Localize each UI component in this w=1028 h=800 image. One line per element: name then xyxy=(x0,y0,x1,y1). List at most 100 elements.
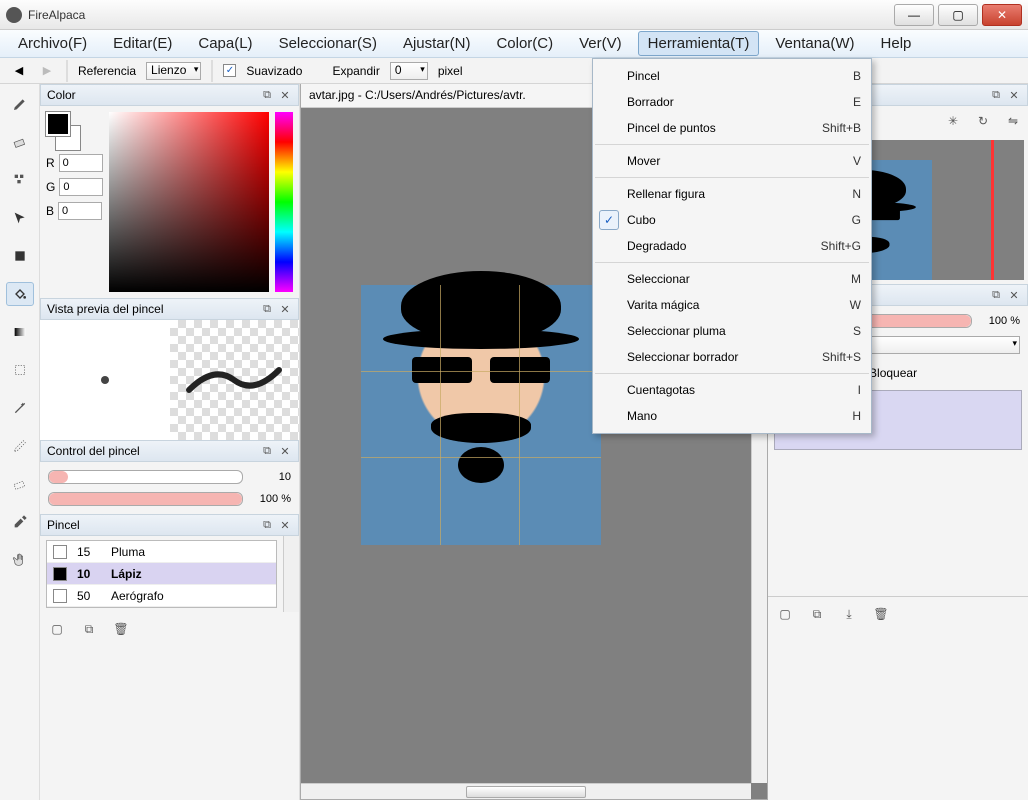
fgbg-swatch[interactable] xyxy=(46,112,80,150)
smoothing-checkbox[interactable]: ✓ xyxy=(223,64,236,77)
expand-select[interactable]: 0 xyxy=(390,62,428,80)
menu-editar[interactable]: Editar(E) xyxy=(103,31,182,56)
brushpreview-panel-header[interactable]: Vista previa del pincel ⧉ ✕ xyxy=(40,298,299,320)
options-toolbar: ◀ ▶ Referencia Lienzo ✓ Suavizado Expand… xyxy=(0,58,1028,84)
reference-label: Referencia xyxy=(78,64,136,78)
brush-tool-icon[interactable] xyxy=(6,92,34,116)
close-icon[interactable]: ✕ xyxy=(278,518,292,532)
menu-herramienta[interactable]: Herramienta(T) xyxy=(638,31,760,56)
menuitem-seleccionar-pluma[interactable]: Seleccionar plumaS xyxy=(593,318,871,344)
canvas-image xyxy=(361,285,601,545)
new-brush-icon[interactable]: ▢ xyxy=(46,618,68,640)
opacity-value: 100 % xyxy=(249,493,291,505)
g-input[interactable] xyxy=(59,178,103,196)
menuitem-cuentagotas[interactable]: CuentagotasI xyxy=(593,377,871,403)
menu-ver[interactable]: Ver(V) xyxy=(569,31,632,56)
brushpreview-title: Vista previa del pincel xyxy=(47,302,164,316)
brush-stroke-icon xyxy=(184,360,284,400)
undock-icon[interactable]: ⧉ xyxy=(260,444,274,458)
brush-row[interactable]: 15Pluma xyxy=(47,541,276,563)
undock-icon[interactable]: ⧉ xyxy=(260,518,274,532)
size-slider[interactable] xyxy=(48,470,243,484)
menuitem-pincel[interactable]: PincelB xyxy=(593,63,871,89)
redo-icon[interactable]: ↻ xyxy=(972,110,994,132)
brushcontrol-panel-header[interactable]: Control del pincel ⧉✕ xyxy=(40,440,299,462)
smoothing-label: Suavizado xyxy=(246,64,302,78)
titlebar: FireAlpaca — ▢ ✕ xyxy=(0,0,1028,30)
color-panel-header[interactable]: Color ⧉ ✕ xyxy=(40,84,299,106)
close-icon[interactable]: ✕ xyxy=(1007,288,1021,302)
next-icon[interactable]: ▶ xyxy=(38,62,56,80)
brush-row[interactable]: 10Lápiz xyxy=(47,563,276,585)
dup-layer-icon[interactable]: ⧉ xyxy=(806,603,828,625)
undock-icon[interactable]: ⧉ xyxy=(989,288,1003,302)
menuitem-seleccionar-borrador[interactable]: Seleccionar borradorShift+S xyxy=(593,344,871,370)
menuitem-varita-mágica[interactable]: Varita mágicaW xyxy=(593,292,871,318)
reference-select[interactable]: Lienzo xyxy=(146,62,201,80)
b-input[interactable] xyxy=(58,202,102,220)
dup-brush-icon[interactable]: ⧉ xyxy=(78,618,100,640)
wand-tool-icon[interactable] xyxy=(6,396,34,420)
menuitem-degradado[interactable]: DegradadoShift+G xyxy=(593,233,871,259)
menuitem-mano[interactable]: ManoH xyxy=(593,403,871,429)
delete-layer-icon[interactable]: 🗑 xyxy=(870,603,892,625)
expand-label: Expandir xyxy=(332,64,379,78)
menuitem-rellenar-figura[interactable]: Rellenar figuraN xyxy=(593,181,871,207)
close-button[interactable]: ✕ xyxy=(982,4,1022,26)
hue-slider[interactable] xyxy=(275,112,293,292)
menuitem-borrador[interactable]: BorradorE xyxy=(593,89,871,115)
brush-list[interactable]: 15Pluma10Lápiz50Aerógrafo xyxy=(46,540,277,608)
spinner-icon[interactable]: ✳ xyxy=(942,110,964,132)
new-layer-icon[interactable]: ▢ xyxy=(774,603,796,625)
opacity-slider[interactable] xyxy=(48,492,243,506)
bucket-tool-icon[interactable] xyxy=(6,282,34,306)
menuitem-pincel-de-puntos[interactable]: Pincel de puntosShift+B xyxy=(593,115,871,141)
r-input[interactable] xyxy=(59,154,103,172)
herramienta-dropdown: PincelBBorradorEPincel de puntosShift+B M… xyxy=(592,58,872,434)
minimize-button[interactable]: — xyxy=(894,4,934,26)
brushlist-title: Pincel xyxy=(47,518,80,532)
fillshape-tool-icon[interactable] xyxy=(6,244,34,268)
selecterase-tool-icon[interactable] xyxy=(6,472,34,496)
canvas-hscroll[interactable] xyxy=(301,783,751,799)
undock-icon[interactable]: ⧉ xyxy=(260,302,274,316)
move-tool-icon[interactable] xyxy=(6,206,34,230)
brush-row[interactable]: 50Aerógrafo xyxy=(47,585,276,607)
hand-tool-icon[interactable] xyxy=(6,548,34,572)
flip-icon[interactable]: ⇋ xyxy=(1002,110,1024,132)
close-icon[interactable]: ✕ xyxy=(278,302,292,316)
left-panels: Color ⧉ ✕ R G B Vista previa del pincel … xyxy=(40,84,300,800)
menu-help[interactable]: Help xyxy=(871,31,922,56)
brush-dot-icon xyxy=(101,376,109,384)
close-icon[interactable]: ✕ xyxy=(278,444,292,458)
menu-capa[interactable]: Capa(L) xyxy=(188,31,262,56)
select-tool-icon[interactable] xyxy=(6,358,34,382)
color-panel-title: Color xyxy=(47,88,76,102)
brushlist-panel-header[interactable]: Pincel ⧉ ✕ xyxy=(40,514,299,536)
prev-icon[interactable]: ◀ xyxy=(10,62,28,80)
hat-drawing xyxy=(401,271,561,341)
delete-brush-icon[interactable]: 🗑 xyxy=(110,618,132,640)
menu-archivo[interactable]: Archivo(F) xyxy=(8,31,97,56)
gradient-tool-icon[interactable] xyxy=(6,320,34,344)
eyedropper-tool-icon[interactable] xyxy=(6,510,34,534)
close-icon[interactable]: ✕ xyxy=(278,88,292,102)
undock-icon[interactable]: ⧉ xyxy=(260,88,274,102)
menu-ajustar[interactable]: Ajustar(N) xyxy=(393,31,481,56)
color-field[interactable] xyxy=(109,112,269,292)
menuitem-mover[interactable]: MoverV xyxy=(593,148,871,174)
brushlist-scrollbar[interactable] xyxy=(283,536,299,612)
menuitem-cubo[interactable]: ✓CuboG xyxy=(593,207,871,233)
selectpen-tool-icon[interactable] xyxy=(6,434,34,458)
menu-color[interactable]: Color(C) xyxy=(486,31,563,56)
tool-strip xyxy=(0,84,40,800)
undock-icon[interactable]: ⧉ xyxy=(989,88,1003,102)
dotbrush-tool-icon[interactable] xyxy=(6,168,34,192)
close-icon[interactable]: ✕ xyxy=(1007,88,1021,102)
menu-ventana[interactable]: Ventana(W) xyxy=(765,31,864,56)
maximize-button[interactable]: ▢ xyxy=(938,4,978,26)
menu-seleccionar[interactable]: Seleccionar(S) xyxy=(269,31,387,56)
merge-layer-icon[interactable]: ⤓ xyxy=(838,603,860,625)
menuitem-seleccionar[interactable]: SeleccionarM xyxy=(593,266,871,292)
eraser-tool-icon[interactable] xyxy=(6,130,34,154)
